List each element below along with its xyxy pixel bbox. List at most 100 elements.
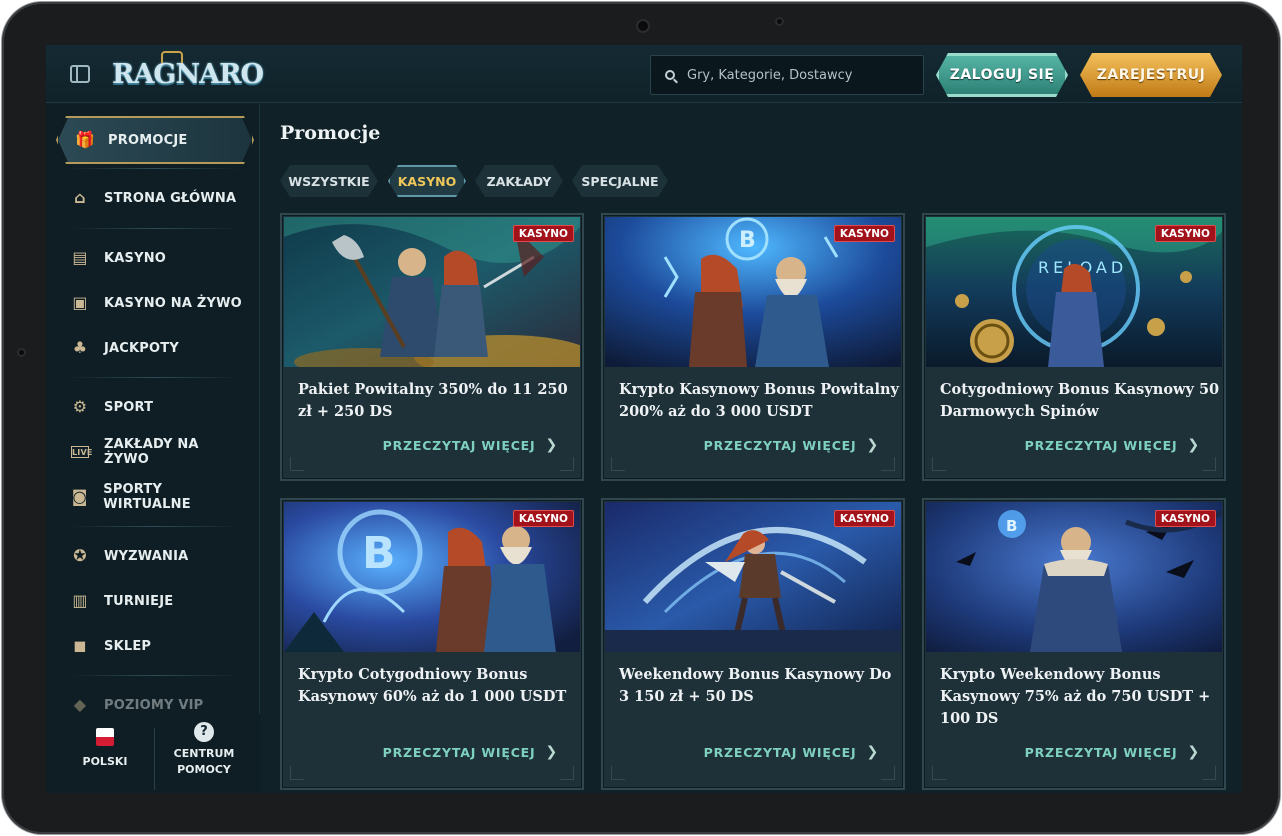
read-more-label: PRZECZYTAJ WIĘCEJ [703, 744, 857, 760]
help-center-button[interactable]: ? CENTRUM POMOCY [166, 722, 242, 778]
tablet-frame: RAGNARO ZALOGUJ SIĘ ZAREJESTRUJ 🎁 PROMOC… [2, 2, 1280, 834]
promo-title: Krypto Cotygodniowy Bonus Kasynowy 60% a… [298, 666, 567, 705]
sidebar-item-home[interactable]: ⌂ STRONA GŁÓWNA [68, 182, 248, 214]
category-badge: KASYNO [512, 225, 574, 242]
promo-card[interactable]: KASYNO Weekendowy Bonus Kasynowy Do 3 15… [601, 498, 905, 790]
shop-bag-icon: ◼ [73, 636, 87, 655]
main-content: Promocje WSZYSTKIE KASYNO ZAKŁADY SPECJA… [260, 104, 1242, 793]
sidebar-item-label: JACKPOTY [104, 340, 179, 356]
corner-ornament [611, 457, 625, 471]
home-icon: ⌂ [74, 188, 86, 207]
category-badge: KASYNO [512, 510, 574, 527]
promo-title: Pakiet Powitalny 350% do 11 250 zł + 250… [298, 381, 568, 420]
category-badge: KASYNO [833, 510, 895, 527]
sidebar-footer: POLSKI ? CENTRUM POMOCY [46, 714, 260, 793]
sidebar-item-tournaments[interactable]: ▥ TURNIEJE [68, 585, 248, 617]
promo-image-crypto-vikings: B KASYNO [605, 217, 901, 367]
sidebar-item-label: KASYNO NA ŻYWO [104, 295, 242, 311]
promo-image-reload-portal: RELOAD KASYNO [926, 217, 1222, 367]
promo-image-viking-ravens: B KASYNO [926, 502, 1222, 652]
sidebar-item-label: ZAKŁADY NA ŻYWO [104, 437, 199, 467]
corner-ornament [560, 766, 574, 780]
top-bar: RAGNARO ZALOGUJ SIĘ ZAREJESTRUJ [46, 45, 1242, 103]
sidebar-item-label: PROMOCJE [108, 132, 188, 148]
chevron-right-icon: ❯ [545, 744, 558, 760]
sidebar-item-live-bets[interactable]: LIVE ZAKŁADY NA ŻYWO [68, 436, 248, 468]
read-more-link[interactable]: PRZECZYTAJ WIĘCEJ ❯ [704, 744, 879, 760]
search-icon [665, 70, 675, 80]
read-more-label: PRZECZYTAJ WIĘCEJ [382, 744, 536, 760]
ball-icon: ⚙ [72, 397, 88, 416]
sidebar-divider [68, 228, 240, 229]
chevron-right-icon: ❯ [545, 437, 558, 453]
corner-ornament [881, 766, 895, 780]
sidebar-item-label: KASYNO [104, 250, 167, 266]
screen: RAGNARO ZALOGUJ SIĘ ZAREJESTRUJ 🎁 PROMOC… [46, 45, 1242, 793]
sidebar-item-sport[interactable]: ⚙ SPORT [68, 391, 248, 423]
promo-card[interactable]: KASYNO Pakiet Powitalny 350% do 11 250 z… [280, 213, 584, 481]
tab-all[interactable]: WSZYSTKIE [280, 165, 378, 197]
corner-ornament [1202, 766, 1216, 780]
register-button[interactable]: ZAREJESTRUJ [1080, 53, 1222, 97]
promo-image-viking-axe: KASYNO [284, 217, 580, 367]
medal-icon: ✪ [73, 546, 87, 565]
sidebar-item-label: SKLEP [104, 638, 152, 654]
sidebar-divider [68, 377, 240, 378]
corner-ornament [932, 457, 946, 471]
chevron-right-icon: ❯ [1187, 437, 1200, 453]
language-label: POLSKI [82, 755, 128, 768]
footer-divider [154, 728, 155, 790]
slot-machine-icon: ▤ [72, 248, 88, 267]
diamond-icon: ◆ [73, 695, 87, 714]
sidebar-item-promotions[interactable]: 🎁 PROMOCJE [58, 118, 252, 162]
tab-special[interactable]: SPECJALNE [572, 165, 668, 197]
corner-ornament [560, 457, 574, 471]
front-camera [636, 19, 650, 33]
read-more-label: PRZECZYTAJ WIĘCEJ [1024, 744, 1178, 760]
promo-card[interactable]: B KASYNO Krypto Weekendowy Bonus Kasynow… [922, 498, 1226, 790]
read-more-link[interactable]: PRZECZYTAJ WIĘCEJ ❯ [383, 437, 558, 453]
read-more-link[interactable]: PRZECZYTAJ WIĘCEJ ❯ [1025, 437, 1200, 453]
promo-title: Weekendowy Bonus Kasynowy Do 3 150 zł + … [619, 666, 892, 705]
promo-image-ice-warrior: KASYNO [605, 502, 901, 652]
podium-icon: ▥ [72, 591, 88, 610]
sidebar-item-live-casino[interactable]: ▣ KASYNO NA ŻYWO [68, 287, 248, 319]
sidebar-item-challenges[interactable]: ✪ WYZWANIA [68, 540, 248, 572]
category-badge: KASYNO [833, 225, 895, 242]
sidebar-item-virtual-sports[interactable]: ◙ SPORTY WIRTUALNE [68, 481, 248, 513]
read-more-link[interactable]: PRZECZYTAJ WIĘCEJ ❯ [704, 437, 879, 453]
virtual-icon: ◙ [71, 487, 88, 506]
gift-icon: 🎁 [75, 130, 96, 149]
poland-flag-icon [96, 728, 114, 746]
sidebar-item-casino[interactable]: ▤ KASYNO [68, 242, 248, 274]
read-more-link[interactable]: PRZECZYTAJ WIĘCEJ ❯ [383, 744, 558, 760]
sidebar-item-label: SPORTY WIRTUALNE [103, 482, 191, 512]
sidebar-item-label: WYZWANIA [104, 548, 189, 564]
side-sensor [17, 348, 26, 357]
sidebar-item-jackpots[interactable]: ♣ JACKPOTY [68, 332, 248, 364]
light-sensor [775, 17, 784, 26]
promo-card[interactable]: B KASYNO Krypto Cotygodniowy Bonus Kasyn… [280, 498, 584, 790]
category-badge: KASYNO [1154, 510, 1216, 527]
tab-bets[interactable]: ZAKŁADY [475, 165, 563, 197]
read-more-link[interactable]: PRZECZYTAJ WIĘCEJ ❯ [1025, 744, 1200, 760]
sidebar: 🎁 PROMOCJE ⌂ STRONA GŁÓWNA ▤ KASYNO ▣ KA… [46, 104, 260, 793]
search-bar[interactable] [650, 55, 924, 95]
tab-casino[interactable]: KASYNO [388, 165, 466, 197]
promo-title: Krypto Weekendowy Bonus Kasynowy 75% aż … [940, 666, 1211, 727]
sidebar-toggle-icon[interactable] [70, 65, 90, 83]
promo-card[interactable]: B KASYNO Krypto Kasynowy Bonus Powitalny… [601, 213, 905, 481]
live-badge-icon: LIVE [71, 446, 93, 458]
chevron-right-icon: ❯ [866, 744, 879, 760]
svg-text:B: B [1006, 517, 1017, 535]
sidebar-item-shop[interactable]: ◼ SKLEP [68, 630, 248, 662]
corner-ornament [1202, 457, 1216, 471]
language-selector[interactable]: POLSKI [70, 728, 140, 770]
promo-card[interactable]: RELOAD KASYNO Cotygodniowy Bonus Kasynow… [922, 213, 1226, 481]
read-more-label: PRZECZYTAJ WIĘCEJ [703, 437, 857, 453]
sidebar-item-label: TURNIEJE [104, 593, 174, 609]
search-input[interactable] [687, 67, 923, 83]
question-icon: ? [194, 722, 214, 742]
login-button[interactable]: ZALOGUJ SIĘ [936, 53, 1068, 97]
svg-text:B: B [362, 528, 396, 579]
